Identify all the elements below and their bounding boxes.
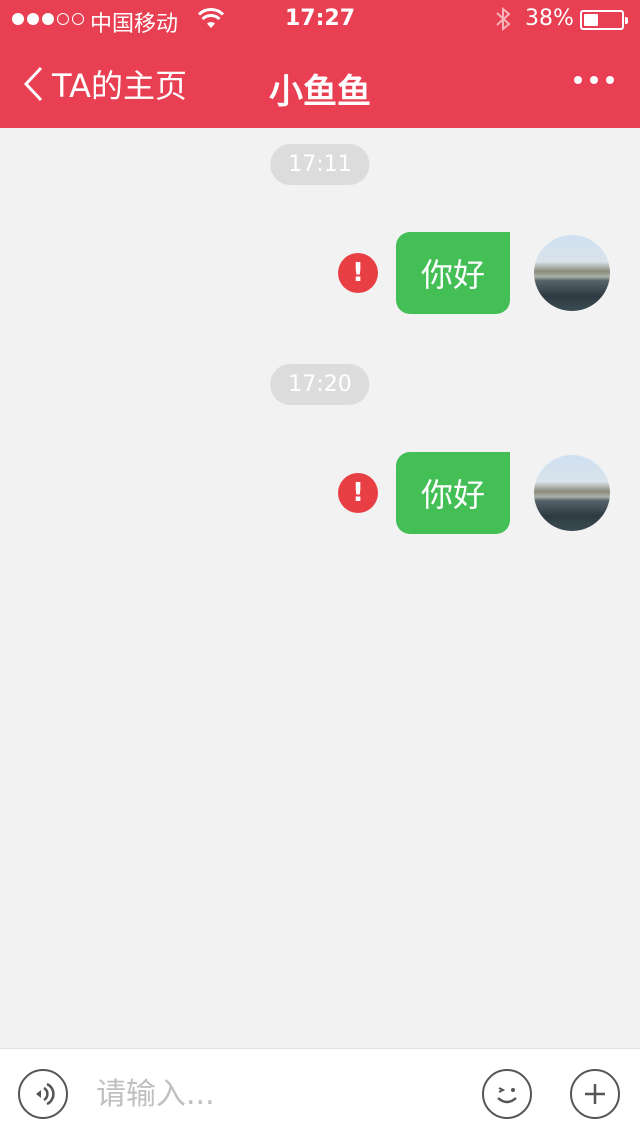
send-failed-icon[interactable]: ! — [338, 473, 378, 513]
emoji-button[interactable] — [482, 1069, 532, 1119]
message-timestamp: 17:20 — [270, 364, 370, 405]
input-bar — [0, 1048, 640, 1136]
message-bubble[interactable]: 你好 — [396, 452, 510, 534]
message-list[interactable]: 17:11 ! 你好 17:20 ! 你好 — [0, 128, 640, 1048]
more-button[interactable] — [574, 76, 614, 84]
send-failed-icon[interactable]: ! — [338, 253, 378, 293]
message-bubble[interactable]: 你好 — [396, 232, 510, 314]
plus-icon — [585, 1084, 605, 1104]
emoji-icon — [497, 1087, 517, 1104]
avatar[interactable] — [534, 455, 610, 531]
battery-percent: 38% — [525, 6, 574, 31]
battery-icon — [580, 10, 628, 30]
avatar[interactable] — [534, 235, 610, 311]
status-bar: 中国移动 17:27 38% — [0, 0, 640, 40]
voice-button[interactable] — [18, 1069, 68, 1119]
ellipsis-icon — [606, 76, 614, 84]
message-timestamp: 17:11 — [270, 144, 370, 185]
battery-level — [584, 14, 598, 26]
header: 中国移动 17:27 38% TA的主页 小鱼鱼 — [0, 0, 640, 128]
page-title: 小鱼鱼 — [269, 72, 371, 112]
ellipsis-icon — [590, 76, 598, 84]
message-row: ! 你好 — [338, 232, 610, 314]
ellipsis-icon — [574, 76, 582, 84]
voice-icon — [36, 1082, 55, 1106]
message-row: ! 你好 — [338, 452, 610, 534]
more-options-button[interactable] — [570, 1069, 620, 1119]
message-input[interactable] — [96, 1069, 466, 1119]
bluetooth-icon — [496, 7, 511, 31]
nav-bar: TA的主页 小鱼鱼 — [0, 40, 640, 128]
